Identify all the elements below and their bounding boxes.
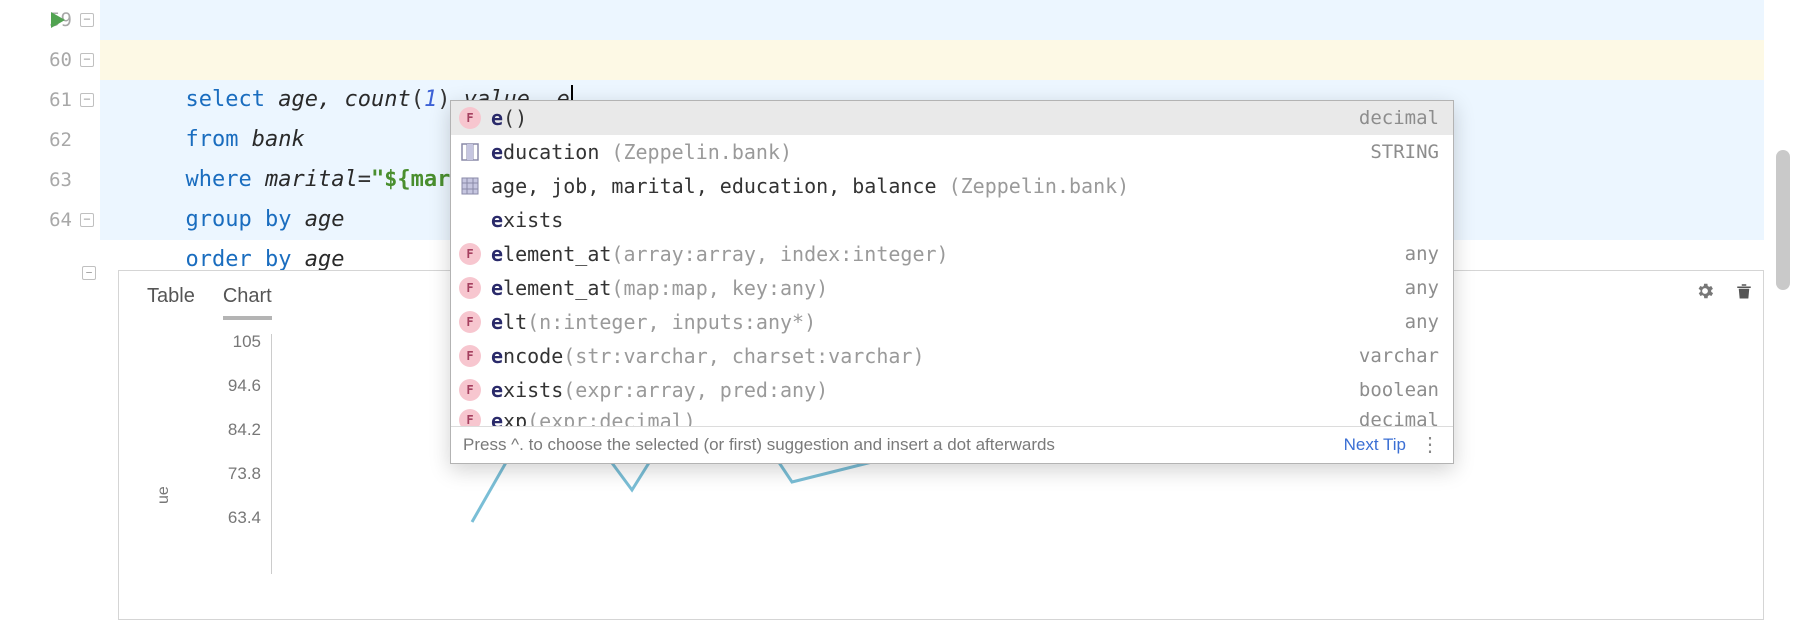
next-tip-link[interactable]: Next Tip xyxy=(1344,435,1406,455)
line-number: 60 xyxy=(0,40,72,80)
y-axis-label: ue xyxy=(155,486,173,504)
function-icon: F xyxy=(459,379,481,401)
autocomplete-item-type: any xyxy=(1405,277,1439,299)
autocomplete-item-label: e() xyxy=(491,106,1349,130)
autocomplete-item-label: encode(str:varchar, charset:varchar) xyxy=(491,344,1349,368)
autocomplete-item-type: varchar xyxy=(1359,345,1439,367)
fold-toggle[interactable]: − xyxy=(80,213,94,227)
autocomplete-item-label: element_at(array:array, index:integer) xyxy=(491,242,1395,266)
autocomplete-item[interactable]: Felement_at(array:array, index:integer) a… xyxy=(451,237,1453,271)
line-number: 61 xyxy=(0,80,72,120)
code-line[interactable]: %sql [7] xyxy=(100,0,1764,40)
autocomplete-item[interactable]: Fe() decimal xyxy=(451,101,1453,135)
fold-toggle[interactable]: − xyxy=(80,53,94,67)
tab-table[interactable]: Table xyxy=(147,285,195,320)
autocomplete-item-type: any xyxy=(1405,311,1439,333)
output-toolbar xyxy=(1695,281,1753,306)
autocomplete-item-label: exists(expr:array, pred:any) xyxy=(491,378,1349,402)
y-tick: 63.4 xyxy=(181,508,261,528)
autocomplete-item-type: STRING xyxy=(1370,141,1439,163)
autocomplete-item-label: elt(n:integer, inputs:any*) xyxy=(491,310,1395,334)
autocomplete-item[interactable]: Felement_at(map:map, key:any) any xyxy=(451,271,1453,305)
function-icon: F xyxy=(459,311,481,333)
fold-column: − − − − xyxy=(78,0,100,624)
autocomplete-list[interactable]: Fe() decimal education (Zeppelin.bank) STRI… xyxy=(451,101,1453,426)
autocomplete-item-label: exists xyxy=(491,208,1429,232)
autocomplete-item-type: boolean xyxy=(1359,379,1439,401)
tab-chart[interactable]: Chart xyxy=(223,285,272,320)
settings-icon[interactable] xyxy=(1695,281,1715,306)
function-icon: F xyxy=(459,107,481,129)
code-line-active[interactable]: select age, count(1) value, e xyxy=(100,40,1764,80)
function-icon: F xyxy=(459,277,481,299)
autocomplete-popup: Fe() decimal education (Zeppelin.bank) STRI… xyxy=(450,100,1454,464)
autocomplete-item-label: element_at(map:map, key:any) xyxy=(491,276,1395,300)
autocomplete-footer: Press ^. to choose the selected (or firs… xyxy=(451,426,1453,463)
autocomplete-item[interactable]: Fexp(expr:decimal) decimal xyxy=(451,407,1453,426)
function-icon: F xyxy=(459,345,481,367)
column-icon xyxy=(459,141,481,163)
table-icon xyxy=(459,175,481,197)
autocomplete-item-type: decimal xyxy=(1359,409,1439,426)
keyword-icon xyxy=(459,209,481,231)
output-fold-toggle[interactable]: − xyxy=(82,266,96,280)
line-number: 62 xyxy=(0,120,72,160)
fold-toggle[interactable]: − xyxy=(80,13,94,27)
trash-icon[interactable] xyxy=(1735,281,1753,306)
function-icon: F xyxy=(459,409,481,426)
function-icon: F xyxy=(459,243,481,265)
y-tick: 94.6 xyxy=(181,376,261,396)
autocomplete-item-type: decimal xyxy=(1359,107,1439,129)
autocomplete-item-label: exp(expr:decimal) xyxy=(491,409,1349,426)
y-tick: 73.8 xyxy=(181,464,261,484)
autocomplete-item[interactable]: Fexists(expr:array, pred:any) boolean xyxy=(451,373,1453,407)
play-icon xyxy=(50,11,66,29)
run-cell-button[interactable] xyxy=(38,0,78,40)
autocomplete-item-type: any xyxy=(1405,243,1439,265)
autocomplete-item[interactable]: age, job, marital, education, balance (Z… xyxy=(451,169,1453,203)
autocomplete-item[interactable]: Fencode(str:varchar, charset:varchar) var… xyxy=(451,339,1453,373)
y-tick: 84.2 xyxy=(181,420,261,440)
editor-root: 59 60 61 62 63 64 − − − − − %sql [7] sel… xyxy=(0,0,1794,624)
y-tick: 105 xyxy=(181,332,261,352)
autocomplete-item[interactable]: Felt(n:integer, inputs:any*) any xyxy=(451,305,1453,339)
line-number-gutter: 59 60 61 62 63 64 xyxy=(0,0,78,624)
autocomplete-item[interactable]: exists xyxy=(451,203,1453,237)
autocomplete-item[interactable]: education (Zeppelin.bank) STRING xyxy=(451,135,1453,169)
line-number: 63 xyxy=(0,160,72,200)
autocomplete-tip: Press ^. to choose the selected (or firs… xyxy=(463,435,1330,455)
vertical-scrollbar[interactable] xyxy=(1776,150,1790,290)
line-number: 64 xyxy=(0,200,72,240)
more-icon[interactable]: ⋮ xyxy=(1420,440,1441,450)
autocomplete-item-label: education (Zeppelin.bank) xyxy=(491,140,1360,164)
fold-toggle[interactable]: − xyxy=(80,93,94,107)
autocomplete-item-label: age, job, marital, education, balance (Z… xyxy=(491,174,1429,198)
